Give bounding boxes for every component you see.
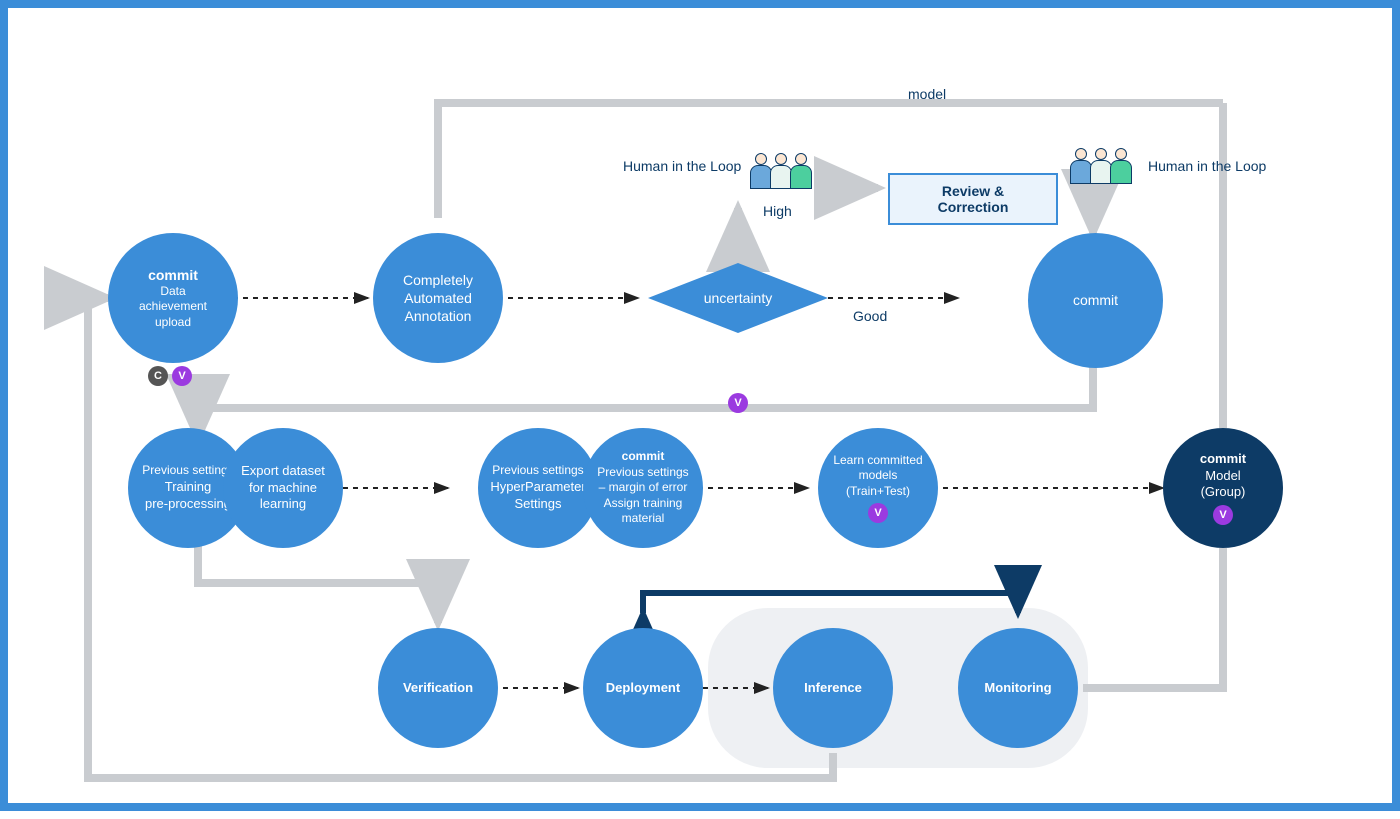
node-monitoring: Monitoring <box>958 628 1078 748</box>
node-verification: Verification <box>378 628 498 748</box>
label-hitl-left: Human in the Loop <box>623 158 741 174</box>
node-text: material <box>622 511 665 527</box>
node-text: commit <box>1073 291 1118 309</box>
badge-v: V <box>172 366 192 386</box>
label-high: High <box>763 203 792 219</box>
node-text: for machine <box>249 480 317 497</box>
node-text: Model <box>1205 468 1240 485</box>
node-text: models <box>859 468 898 484</box>
node-text: Monitoring <box>984 680 1051 697</box>
node-text: Learn committed <box>833 453 922 469</box>
badge-c: C <box>148 366 168 386</box>
label-hitl-right: Human in the Loop <box>1148 158 1266 174</box>
node-text: (Train+Test) <box>846 484 910 500</box>
label-model: model <box>908 86 946 102</box>
node-inference: Inference <box>773 628 893 748</box>
review-correction-box: Review & Correction <box>888 173 1058 225</box>
node-text: Settings <box>515 496 562 513</box>
node-text: commit <box>622 449 665 465</box>
node-margin-error: commit Previous settings – margin of err… <box>583 428 703 548</box>
node-hyperparameter: Previous settings HyperParameter Setting… <box>478 428 598 548</box>
node-text: Export dataset <box>241 463 325 480</box>
node-text: Completely <box>403 271 473 289</box>
node-text: – margin of error <box>599 480 688 496</box>
node-commit-model-group: commit Model (Group) V <box>1163 428 1283 548</box>
node-commit: commit <box>1028 233 1163 368</box>
node-auto-annotation: Completely Automated Annotation <box>373 233 503 363</box>
node-text: pre-processing <box>145 496 231 513</box>
node-text: Data <box>160 284 185 300</box>
node-text: Training <box>165 479 211 496</box>
node-commit-upload: commit Data achievement upload <box>108 233 238 363</box>
node-export-dataset: Export dataset for machine learning <box>223 428 343 548</box>
connectors <box>8 8 1400 819</box>
node-text: Assign training <box>604 496 683 512</box>
badge-v: V <box>1213 505 1233 525</box>
people-group-right <box>1073 148 1133 188</box>
label-good: Good <box>853 308 887 324</box>
badge-v: V <box>728 393 748 413</box>
node-text: learning <box>260 496 306 513</box>
node-text: Automated <box>404 289 472 307</box>
node-text: commit <box>1200 451 1246 468</box>
node-text: Inference <box>804 680 862 697</box>
diagram-frame: model Human in the Loop High Review & Co… <box>0 0 1400 811</box>
node-text: Previous settings <box>597 465 688 481</box>
node-text: achievement <box>139 299 207 315</box>
node-text: upload <box>155 315 191 331</box>
node-text: HyperParameter <box>490 479 585 496</box>
node-uncertainty: uncertainty <box>648 263 828 333</box>
node-text: Previous settings <box>492 463 583 479</box>
node-text: uncertainty <box>704 290 772 306</box>
node-text: Annotation <box>405 307 472 325</box>
people-group-left <box>753 153 813 193</box>
node-text: commit <box>148 266 198 284</box>
node-text: Verification <box>403 680 473 697</box>
node-deployment: Deployment <box>583 628 703 748</box>
node-learn-models: Learn committed models (Train+Test) V <box>818 428 938 548</box>
node-text: Previous settings <box>142 463 233 479</box>
node-text: Deployment <box>606 680 680 697</box>
badge-v: V <box>868 503 888 523</box>
node-text: (Group) <box>1201 484 1246 501</box>
